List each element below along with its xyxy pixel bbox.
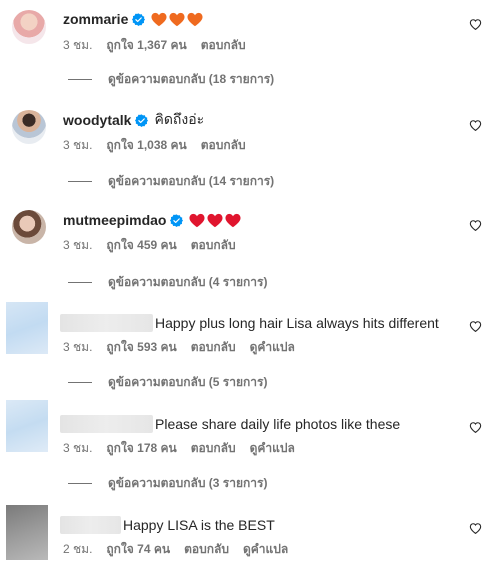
comment-text: คิดถึงอ่ะ [154,111,205,127]
username-redacted [60,415,153,433]
view-replies-button[interactable]: ดูข้อความตอบกลับ (14 รายการ) [68,173,274,189]
like-heart-icon[interactable] [469,18,482,31]
replies-divider-line [68,482,92,484]
comment-time[interactable]: 3 ชม. [63,338,92,357]
view-replies-button[interactable]: ดูข้อความตอบกลับ (3 รายการ) [68,475,267,491]
reply-button[interactable]: ตอบกลับ [191,338,236,357]
replies-divider-line [68,78,92,80]
avatar[interactable] [6,302,48,354]
see-translation-button[interactable]: ดูคำแปล [250,338,295,357]
username-redacted [60,314,153,332]
view-replies-label: ดูข้อความตอบกลับ (4 รายการ) [108,274,268,289]
avatar[interactable] [12,110,46,144]
like-heart-icon[interactable] [469,119,482,132]
replies-divider-line [68,281,92,283]
see-translation-button[interactable]: ดูคำแปล [250,439,295,458]
likes-count[interactable]: ถูกใจ 1,038 คน [106,136,186,155]
verified-badge-icon [132,12,146,26]
red-heart-icon [207,213,223,227]
view-replies-label: ดูข้อความตอบกลับ (3 รายการ) [108,475,268,490]
comment-text: Happy LISA is the BEST [123,517,275,533]
avatar[interactable] [6,505,48,560]
view-replies-label: ดูข้อความตอบกลับ (14 รายการ) [108,173,275,188]
comment-time[interactable]: 3 ชม. [63,439,92,458]
reply-button[interactable]: ตอบกลับ [184,540,229,559]
orange-heart-icon [151,12,167,26]
orange-heart-emoji-group [151,12,203,27]
like-heart-icon[interactable] [469,522,482,535]
likes-count[interactable]: ถูกใจ 178 คน [106,439,176,458]
orange-heart-icon [187,12,203,26]
red-heart-emoji-group [189,213,241,228]
comment-time[interactable]: 3 ชม. [63,236,92,255]
username[interactable]: zommarie [63,11,128,27]
view-replies-label: ดูข้อความตอบกลับ (5 รายการ) [108,374,268,389]
avatar[interactable] [6,400,48,452]
red-heart-icon [189,213,205,227]
reply-button[interactable]: ตอบกลับ [201,36,246,55]
orange-heart-icon [169,12,185,26]
view-replies-button[interactable]: ดูข้อความตอบกลับ (18 รายการ) [68,71,274,87]
red-heart-icon [225,213,241,227]
username[interactable]: mutmeepimdao [63,212,166,228]
like-heart-icon[interactable] [469,421,482,434]
username[interactable]: woodytalk [63,112,131,128]
reply-button[interactable]: ตอบกลับ [201,136,246,155]
avatar[interactable] [12,10,46,44]
likes-count[interactable]: ถูกใจ 459 คน [106,236,176,255]
comment-time[interactable]: 2 ชม. [63,540,92,559]
view-replies-button[interactable]: ดูข้อความตอบกลับ (4 รายการ) [68,274,267,290]
username-redacted [60,516,121,534]
reply-button[interactable]: ตอบกลับ [191,439,236,458]
view-replies-button[interactable]: ดูข้อความตอบกลับ (5 รายการ) [68,374,267,390]
comment-text: Please share daily life photos like thes… [155,416,401,432]
reply-button[interactable]: ตอบกลับ [191,236,236,255]
likes-count[interactable]: ถูกใจ 1,367 คน [106,36,186,55]
replies-divider-line [68,381,92,383]
replies-divider-line [68,180,92,182]
likes-count[interactable]: ถูกใจ 593 คน [106,338,176,357]
comment-time[interactable]: 3 ชม. [63,136,92,155]
verified-badge-icon [170,213,184,227]
comment-text: Happy plus long hair Lisa always hits di… [155,315,439,331]
avatar[interactable] [12,210,46,244]
view-replies-label: ดูข้อความตอบกลับ (18 รายการ) [108,71,275,86]
like-heart-icon[interactable] [469,219,482,232]
likes-count[interactable]: ถูกใจ 74 คน [106,540,170,559]
verified-badge-icon [135,113,149,127]
see-translation-button[interactable]: ดูคำแปล [243,540,288,559]
like-heart-icon[interactable] [469,320,482,333]
comment-time[interactable]: 3 ชม. [63,36,92,55]
